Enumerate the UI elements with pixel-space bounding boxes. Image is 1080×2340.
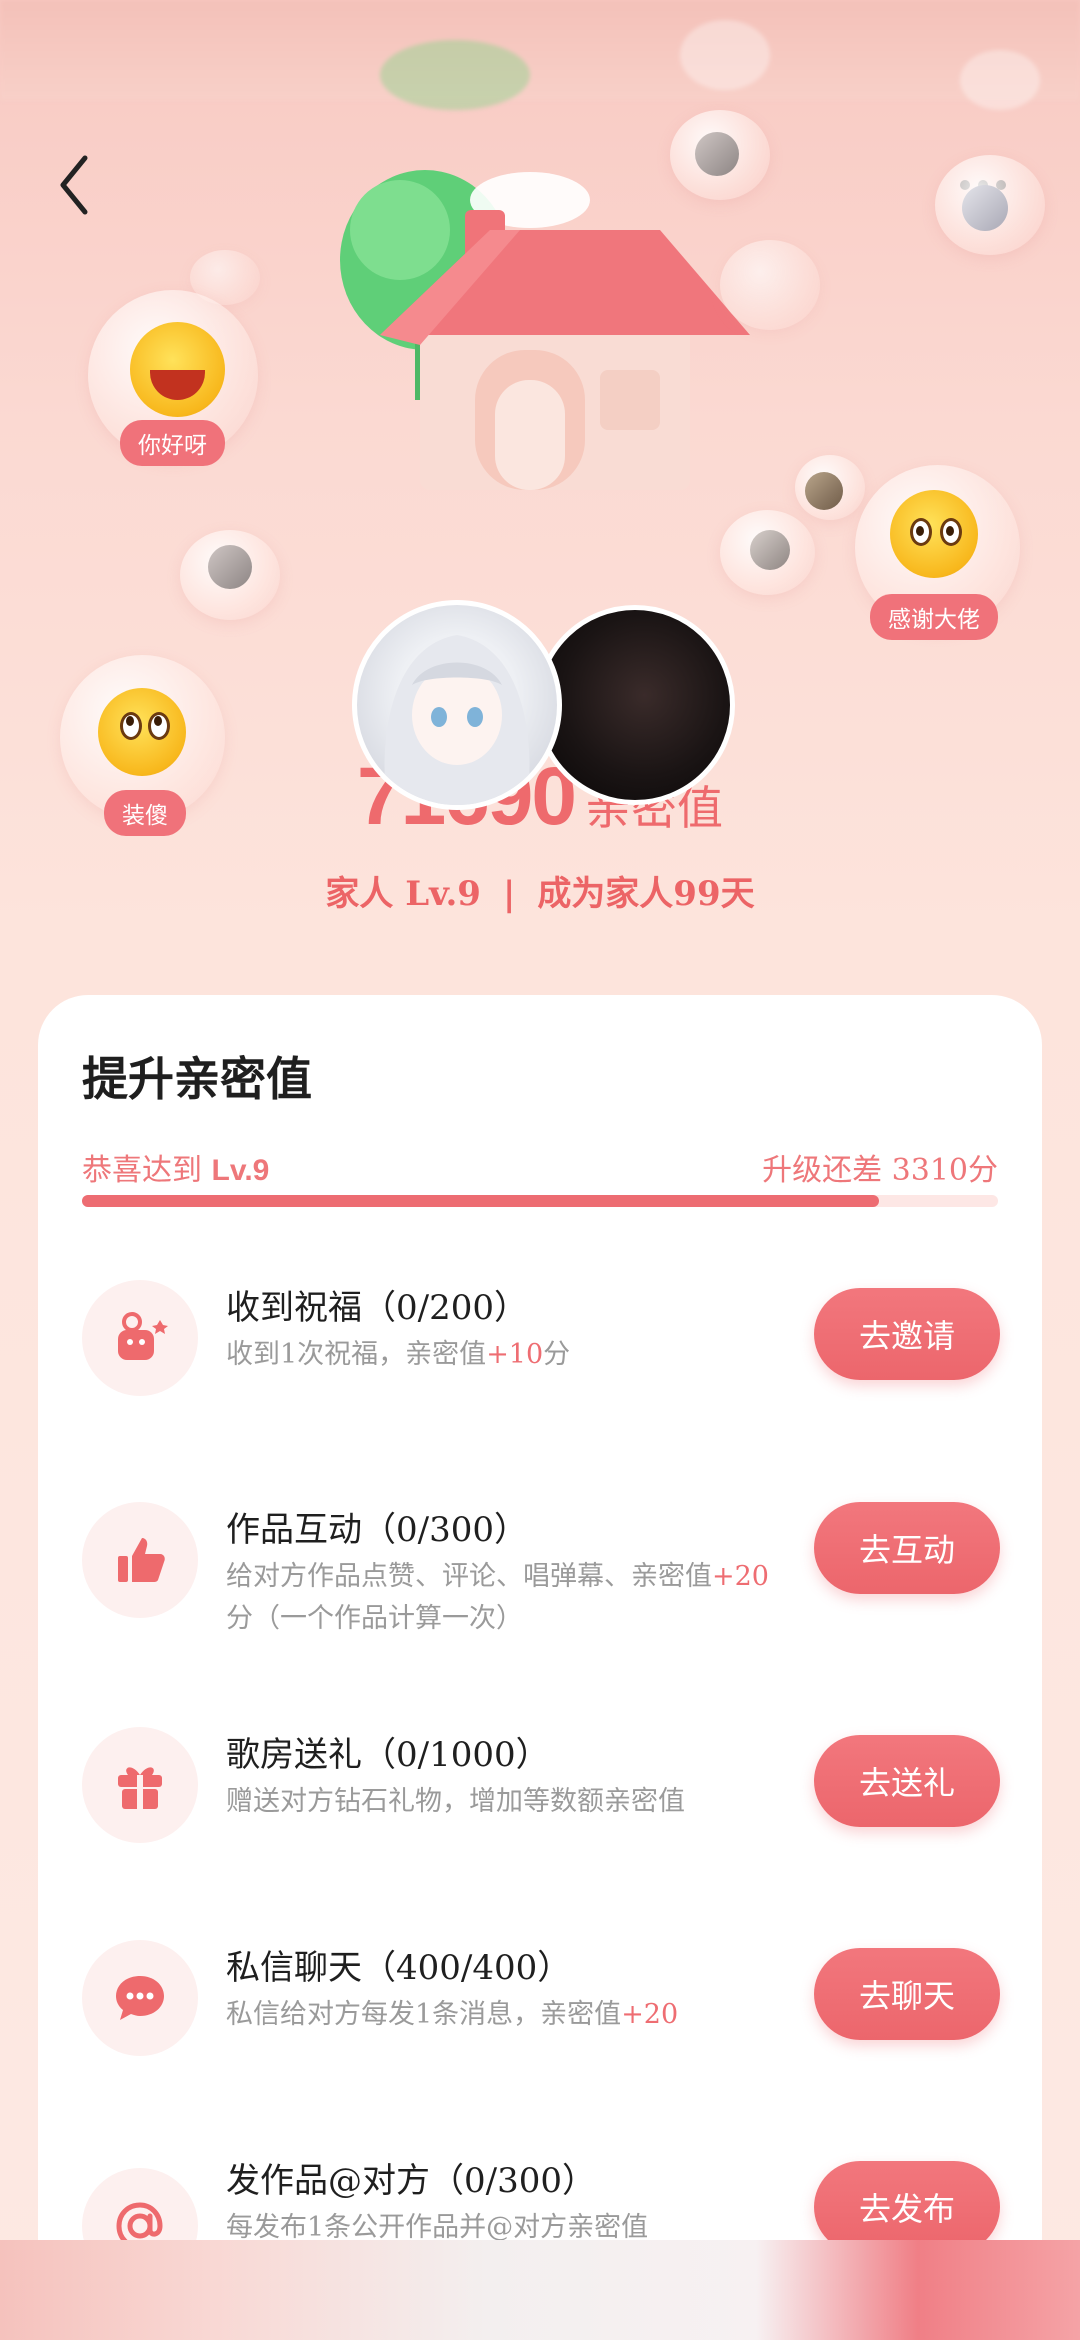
sticker-tag: 感谢大佬	[870, 594, 998, 640]
mini-avatar	[805, 472, 843, 510]
progress-prefix: 恭喜达到	[82, 1153, 202, 1188]
user-avatar[interactable]	[352, 600, 562, 810]
header-scene: 你好呀 感谢大佬 装傻	[0, 100, 1080, 1000]
boost-intimacy-card: 提升亲密值 恭喜达到 Lv.9 升级还差 3310分 收到祝福（0/200） 收…	[38, 995, 1042, 2295]
task-title: 私信聊天（400/400）	[226, 1948, 572, 1988]
thumbs-up-icon	[82, 1502, 198, 1618]
blessing-icon	[82, 1280, 198, 1396]
task-desc: 私信给对方每发1条消息，亲密值+20	[226, 1994, 786, 2036]
progress-label: 恭喜达到 Lv.9	[82, 1145, 269, 1189]
task-desc-text: 每发布1条公开作品并@对方亲密值	[226, 2212, 649, 2243]
chevron-left-icon	[60, 155, 88, 215]
blessing-glyph	[118, 1312, 168, 1360]
interact-button[interactable]: 去互动	[814, 1502, 1000, 1594]
task-desc-highlight: +20	[621, 1999, 679, 2030]
send-gift-button[interactable]: 去送礼	[814, 1735, 1000, 1827]
level-progress-fill	[82, 1195, 879, 1207]
task-item-blessing: 收到祝福（0/200） 收到1次祝福，亲密值+10分 去邀请	[38, 1270, 1042, 1430]
task-desc: 给对方作品点赞、评论、唱弹幕、亲密值+20 分（一个作品计算一次）	[226, 1556, 786, 1640]
thankful-emoji-icon	[890, 490, 978, 578]
laughing-emoji-icon	[130, 322, 225, 417]
progress-remaining: 升级还差 3310分	[762, 1153, 998, 1188]
partner-avatar[interactable]	[535, 605, 735, 805]
separator: |	[502, 874, 516, 914]
level-progress-bar	[82, 1195, 998, 1207]
relation-level: 家人 Lv.9	[325, 874, 481, 914]
invite-button[interactable]: 去邀请	[814, 1288, 1000, 1380]
task-title: 收到祝福（0/200）	[226, 1288, 528, 1328]
sticker-tag: 你好呀	[120, 420, 225, 466]
gift-glyph	[118, 1767, 162, 1809]
task-desc-text: 收到1次祝福，亲密值	[226, 1339, 487, 1370]
mini-avatar	[962, 185, 1008, 231]
chat-bubble-icon	[82, 1940, 198, 2056]
blurred-top-strip	[0, 0, 1080, 110]
task-desc-highlight: +20	[712, 1561, 769, 1592]
chat-button[interactable]: 去聊天	[814, 1948, 1000, 2040]
task-title: 歌房送礼（0/1000）	[226, 1735, 550, 1775]
progress-level: Lv.9	[211, 1154, 270, 1187]
back-button[interactable]	[55, 150, 105, 220]
mini-avatar	[695, 132, 739, 176]
task-item-gift: 歌房送礼（0/1000） 赠送对方钻石礼物，增加等数额亲密值 去送礼	[38, 1717, 1042, 1877]
task-desc: 收到1次祝福，亲密值+10分	[226, 1334, 786, 1376]
task-title: 作品互动（0/300）	[226, 1510, 528, 1550]
chat-bubble-glyph	[116, 1976, 164, 2020]
task-desc: 赠送对方钻石礼物，增加等数额亲密值	[226, 1781, 786, 1823]
anime-girl-illustration	[384, 635, 530, 805]
task-desc-tail: 分	[543, 1339, 571, 1370]
gift-icon	[82, 1727, 198, 1843]
floating-heart-bubble	[720, 240, 820, 330]
mini-avatar	[750, 530, 790, 570]
task-item-chat: 私信聊天（400/400） 私信给对方每发1条消息，亲密值+20 去聊天	[38, 1930, 1042, 2090]
relation-level-row: 家人 Lv.9 | 成为家人99天	[0, 866, 1080, 915]
card-title: 提升亲密值	[82, 1052, 312, 1106]
house-illustration	[380, 172, 750, 490]
task-desc-text: 给对方作品点赞、评论、唱弹幕、亲密值	[226, 1561, 712, 1592]
task-title: 发作品@对方（0/300）	[226, 2161, 596, 2201]
thumbs-up-glyph	[118, 1538, 165, 1582]
mini-avatar	[208, 545, 252, 589]
task-desc-tail: 分（一个作品计算一次）	[226, 1603, 523, 1634]
task-desc-text: 私信给对方每发1条消息，亲密值	[226, 1999, 622, 2030]
relation-days: 成为家人99天	[537, 874, 755, 914]
blurred-bottom-strip	[0, 2240, 1080, 2340]
task-desc-text: 赠送对方钻石礼物，增加等数额亲密值	[226, 1786, 685, 1817]
task-item-interaction: 作品互动（0/300） 给对方作品点赞、评论、唱弹幕、亲密值+20 分（一个作品计…	[38, 1492, 1042, 1652]
task-desc-highlight: +10	[486, 1339, 544, 1370]
